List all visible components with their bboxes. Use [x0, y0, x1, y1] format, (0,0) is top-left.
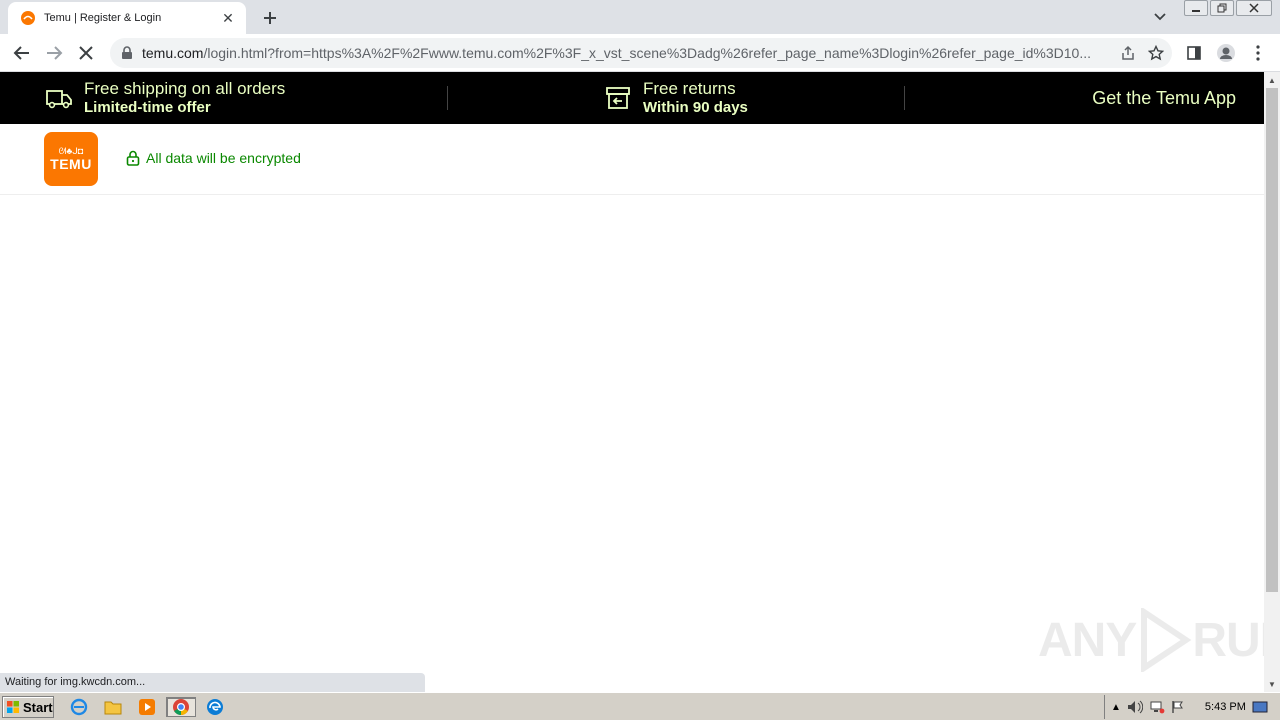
- get-app-link[interactable]: Get the Temu App: [1092, 88, 1236, 109]
- shipping-subtitle: Limited-time offer: [84, 99, 211, 116]
- returns-title: Free returns: [643, 79, 736, 98]
- forward-arrow-icon[interactable]: [42, 41, 66, 65]
- return-box-icon: [606, 87, 630, 109]
- free-returns-promo[interactable]: Free returns Within 90 days: [603, 72, 748, 124]
- profile-avatar-icon[interactable]: [1214, 41, 1238, 65]
- temu-favicon-icon: [21, 11, 35, 25]
- loading-status-bar: Waiting for img.kwcdn.com...: [0, 673, 425, 692]
- url-text[interactable]: temu.com/login.html?from=https%3A%2F%2Fw…: [142, 45, 1116, 61]
- bookmark-star-icon[interactable]: [1144, 41, 1168, 65]
- stop-loading-icon[interactable]: [74, 41, 98, 65]
- page-viewport: Free shipping on all orders Limited-time…: [0, 72, 1264, 692]
- logo-text: TEMU: [50, 156, 92, 172]
- scroll-thumb[interactable]: [1266, 88, 1278, 592]
- windows-taskbar: Start ▲ 5:43 PM: [0, 692, 1280, 720]
- window-controls: [1184, 0, 1272, 16]
- scroll-up-arrow-icon[interactable]: ▲: [1264, 72, 1280, 88]
- minimize-icon[interactable]: [1184, 0, 1208, 16]
- scroll-down-arrow-icon[interactable]: ▼: [1264, 676, 1280, 692]
- tray-expand-icon[interactable]: ▲: [1111, 702, 1121, 713]
- tab-search-chevron-icon[interactable]: [1150, 8, 1170, 26]
- restore-icon[interactable]: [1210, 0, 1234, 16]
- url-path: /login.html?from=https%3A%2F%2Fwww.temu.…: [203, 45, 1091, 61]
- start-label: Start: [23, 699, 53, 715]
- side-panel-icon[interactable]: [1182, 41, 1206, 65]
- file-explorer-icon[interactable]: [102, 697, 124, 717]
- anyrun-watermark: ANY RUN: [1038, 608, 1264, 672]
- login-header: ᘛ♣ᒍ◘ TEMU All data will be encrypted: [0, 124, 1264, 195]
- lock-icon[interactable]: [120, 46, 134, 60]
- promo-banner: Free shipping on all orders Limited-time…: [0, 72, 1264, 124]
- encryption-notice: All data will be encrypted: [126, 150, 301, 166]
- watermark-right: RUN: [1192, 613, 1264, 667]
- network-icon[interactable]: [1149, 700, 1165, 714]
- start-button[interactable]: Start: [2, 696, 54, 718]
- address-bar[interactable]: temu.com/login.html?from=https%3A%2F%2Fw…: [110, 38, 1172, 68]
- free-shipping-promo[interactable]: Free shipping on all orders Limited-time…: [44, 72, 285, 124]
- vertical-scrollbar[interactable]: ▲ ▼: [1264, 72, 1280, 692]
- shipping-title: Free shipping on all orders: [84, 79, 286, 98]
- windows-logo-icon: [7, 701, 19, 713]
- url-host: temu.com: [142, 45, 204, 61]
- screen: Temu | Register & Login ✕ temu.com/login…: [0, 0, 1280, 720]
- tab-title: Temu | Register & Login: [44, 12, 162, 24]
- tab-close-icon[interactable]: ✕: [220, 10, 236, 26]
- browser-toolbar: temu.com/login.html?from=https%3A%2F%2Fw…: [0, 34, 1280, 72]
- play-triangle-icon: [1141, 608, 1192, 672]
- logo-symbols: ᘛ♣ᒍ◘: [58, 146, 84, 156]
- system-tray: ▲ 5:43 PM: [1104, 695, 1280, 719]
- share-icon[interactable]: [1116, 41, 1140, 65]
- window-close-icon[interactable]: [1236, 0, 1272, 16]
- temu-logo[interactable]: ᘛ♣ᒍ◘ TEMU: [44, 132, 98, 186]
- tab-strip: Temu | Register & Login ✕: [0, 0, 1280, 34]
- media-player-icon[interactable]: [136, 697, 158, 717]
- chrome-menu-icon[interactable]: [1246, 41, 1270, 65]
- chrome-taskbar-icon[interactable]: [166, 697, 196, 717]
- internet-explorer-icon[interactable]: [68, 697, 90, 717]
- watermark-left: ANY: [1038, 613, 1137, 667]
- banner-divider: [904, 86, 905, 110]
- action-center-flag-icon[interactable]: [1171, 700, 1185, 714]
- delivery-truck-icon: [46, 90, 72, 109]
- edge-browser-icon[interactable]: [204, 697, 226, 717]
- new-tab-icon[interactable]: [258, 6, 282, 30]
- returns-subtitle: Within 90 days: [643, 99, 748, 116]
- volume-icon[interactable]: [1127, 700, 1143, 714]
- taskbar-clock[interactable]: 5:43 PM: [1205, 701, 1246, 713]
- banner-divider: [447, 86, 448, 110]
- browser-tab[interactable]: Temu | Register & Login ✕: [8, 2, 246, 34]
- encryption-text: All data will be encrypted: [146, 150, 301, 166]
- show-desktop-icon[interactable]: [1252, 700, 1268, 714]
- back-arrow-icon[interactable]: [10, 41, 34, 65]
- padlock-icon: [126, 150, 140, 166]
